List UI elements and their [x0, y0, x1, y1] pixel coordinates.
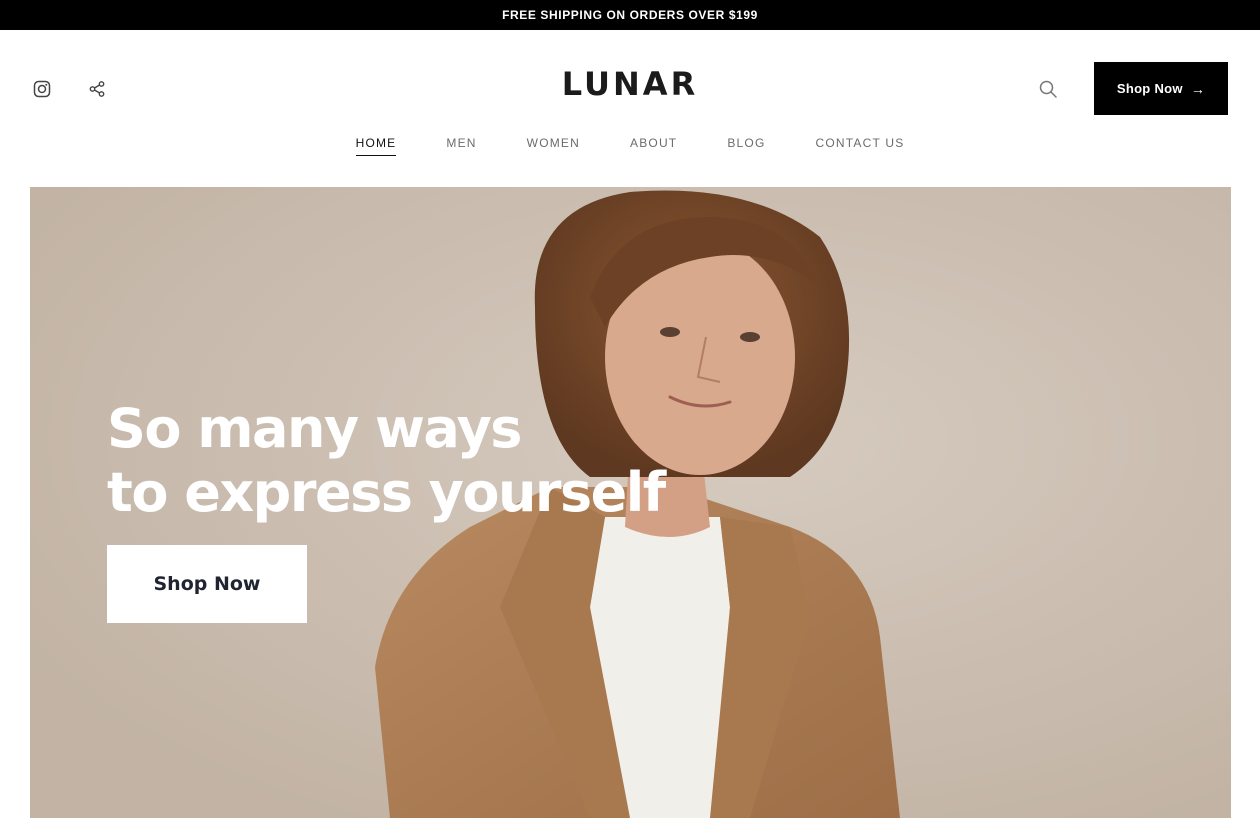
nav-item-about[interactable]: ABOUT: [630, 136, 677, 154]
announcement-bar: FREE SHIPPING ON ORDERS OVER $199: [0, 0, 1260, 30]
hero-shop-now-button[interactable]: Shop Now: [107, 545, 307, 623]
announcement-text: FREE SHIPPING ON ORDERS OVER $199: [502, 8, 758, 22]
nav-item-home[interactable]: HOME: [355, 136, 397, 156]
nav-item-blog[interactable]: BLOG: [727, 136, 765, 154]
site-header: LUNAR Shop Now → HOME MEN WOMEN ABOUT BL…: [0, 30, 1260, 187]
nav-item-contact-us[interactable]: CONTACT US: [816, 136, 905, 154]
hero-title-line-2: to express yourself: [107, 461, 666, 524]
arrow-right-icon: →: [1190, 80, 1206, 97]
search-icon[interactable]: [1036, 77, 1060, 101]
header-shop-now-label: Shop Now: [1116, 81, 1183, 96]
site-logo[interactable]: LUNAR: [0, 65, 1260, 103]
hero-title: So many ways to express yourself: [107, 397, 727, 525]
nav-item-men[interactable]: MEN: [446, 136, 476, 154]
hero-title-line-1: So many ways: [107, 397, 522, 460]
hero-banner: So many ways to express yourself Shop No…: [30, 187, 1231, 818]
header-shop-now-button[interactable]: Shop Now →: [1094, 62, 1228, 115]
nav-item-women[interactable]: WOMEN: [527, 136, 580, 154]
main-nav: HOME MEN WOMEN ABOUT BLOG CONTACT US: [0, 136, 1260, 156]
